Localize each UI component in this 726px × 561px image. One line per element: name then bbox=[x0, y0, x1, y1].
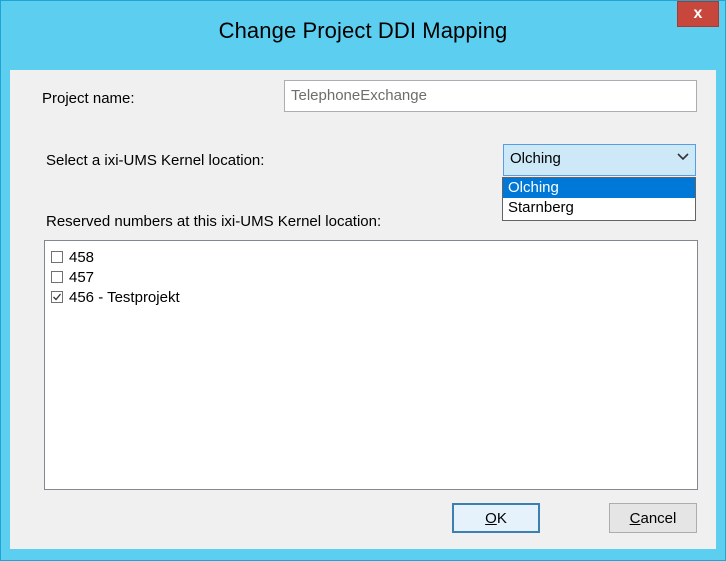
location-option-olching[interactable]: Olching bbox=[503, 178, 695, 198]
list-item-label: 456 - Testprojekt bbox=[69, 288, 180, 306]
ok-button[interactable]: OK bbox=[452, 503, 540, 533]
dialog-window: Change Project DDI Mapping x Project nam… bbox=[0, 0, 726, 561]
location-select[interactable]: Olching bbox=[503, 144, 696, 176]
list-item-label: 457 bbox=[69, 268, 95, 286]
reserved-numbers-list[interactable]: 458 457 456 - Testprojekt bbox=[44, 240, 698, 490]
location-dropdown-list: Olching Starnberg bbox=[502, 177, 696, 221]
checkbox[interactable] bbox=[51, 291, 63, 303]
dialog-title: Change Project DDI Mapping bbox=[218, 18, 508, 43]
checkmark-icon bbox=[53, 293, 62, 301]
chevron-down-icon bbox=[677, 149, 689, 165]
list-item-label: 458 bbox=[69, 248, 95, 266]
list-item[interactable]: 458 bbox=[51, 247, 697, 267]
close-button[interactable]: x bbox=[677, 1, 719, 27]
location-option-starnberg[interactable]: Starnberg bbox=[503, 198, 695, 218]
dialog-body: Project name: TelephoneExchange Select a… bbox=[10, 70, 716, 549]
checkbox[interactable] bbox=[51, 271, 63, 283]
location-label: Select a ixi-UMS Kernel location: bbox=[46, 152, 265, 169]
cancel-button[interactable]: Cancel bbox=[609, 503, 697, 533]
project-name-label: Project name: bbox=[42, 90, 135, 107]
title-bar[interactable]: Change Project DDI Mapping x bbox=[1, 1, 725, 70]
checkbox[interactable] bbox=[51, 251, 63, 263]
project-name-field[interactable]: TelephoneExchange bbox=[284, 80, 697, 112]
list-item[interactable]: 457 bbox=[51, 267, 697, 287]
reserved-numbers-label: Reserved numbers at this ixi-UMS Kernel … bbox=[46, 213, 382, 230]
location-selected-value: Olching bbox=[510, 150, 561, 167]
list-item[interactable]: 456 - Testprojekt bbox=[51, 287, 697, 307]
close-icon: x bbox=[693, 5, 703, 22]
